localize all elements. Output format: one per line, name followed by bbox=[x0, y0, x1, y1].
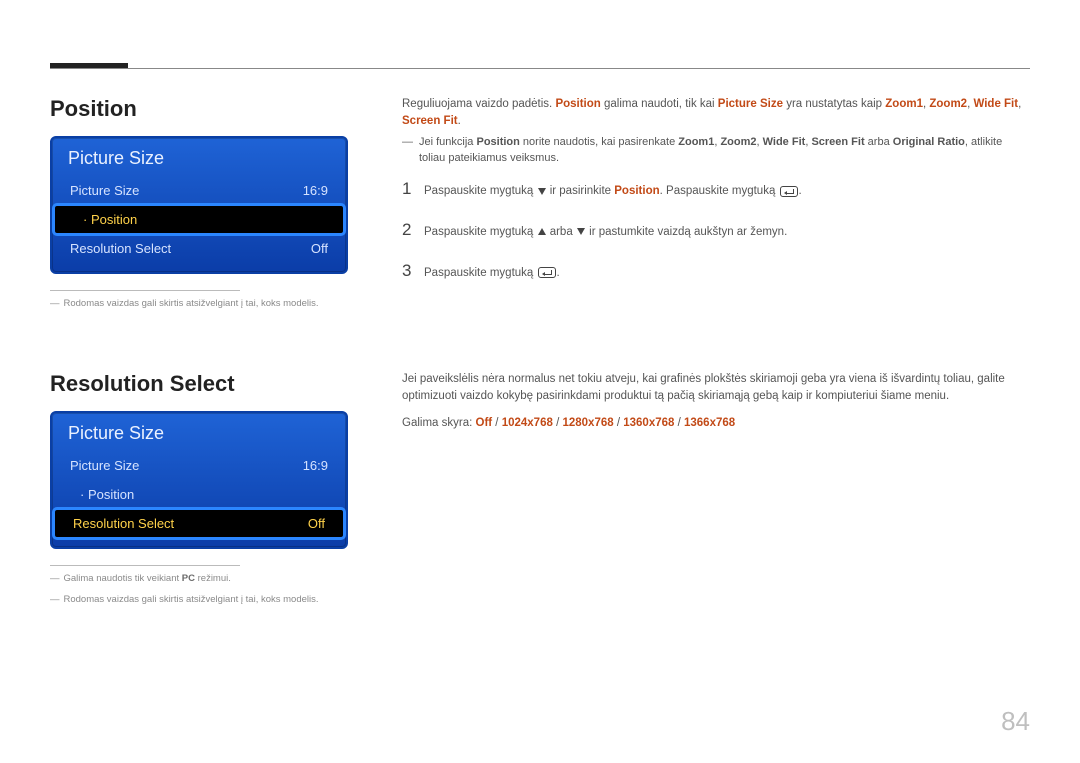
resolution-options: Galima skyra: Off / 1024x768 / 1280x768 … bbox=[402, 415, 1030, 432]
intro-text: Jei paveikslėlis nėra normalus net tokiu… bbox=[402, 371, 1030, 404]
step-1: 1 Paspauskite mygtuką ir pasirinkite Pos… bbox=[402, 177, 1030, 202]
note-line: ― Jei funkcija Position norite naudotis,… bbox=[402, 135, 1030, 167]
osd-row-label: Picture Size bbox=[70, 458, 139, 473]
step-2: 2 Paspauskite mygtuką arba ir pastumkite… bbox=[402, 218, 1030, 243]
divider bbox=[50, 565, 240, 566]
osd-row-value: 16:9 bbox=[303, 458, 328, 473]
osd-row-position[interactable]: Position bbox=[52, 481, 346, 508]
footnote-pc-mode: ―Galima naudotis tik veikiant PC režimui… bbox=[50, 572, 350, 586]
osd-row-label: Position bbox=[83, 212, 137, 227]
header-rule bbox=[50, 68, 1030, 69]
osd-row-picture-size[interactable]: Picture Size 16:9 bbox=[52, 177, 346, 204]
osd-row-resolution-select[interactable]: Resolution Select Off bbox=[55, 510, 343, 537]
osd-row-label: Resolution Select bbox=[73, 516, 174, 531]
section-title: Resolution Select bbox=[50, 371, 350, 397]
osd-row-picture-size[interactable]: Picture Size 16:9 bbox=[52, 452, 346, 479]
page-number: 84 bbox=[1001, 706, 1030, 737]
header-active-mark bbox=[50, 63, 128, 68]
manual-page: Position Picture Size Picture Size 16:9 … bbox=[0, 0, 1080, 763]
left-column: Resolution Select Picture Size Picture S… bbox=[50, 371, 350, 607]
step-3: 3 Paspauskite mygtuką . bbox=[402, 259, 1030, 284]
osd-row-value: Off bbox=[308, 516, 325, 531]
down-arrow-icon bbox=[538, 188, 546, 195]
osd-row-value: 16:9 bbox=[303, 183, 328, 198]
osd-row-value: Off bbox=[311, 241, 328, 256]
osd-menu-title: Picture Size bbox=[52, 413, 346, 452]
osd-row-label: Position bbox=[80, 487, 134, 502]
osd-row-resolution-select[interactable]: Resolution Select Off bbox=[52, 235, 346, 262]
intro-text: Reguliuojama vaizdo padėtis. Position ga… bbox=[402, 96, 1030, 129]
osd-row-label: Picture Size bbox=[70, 183, 139, 198]
section-title: Position bbox=[50, 96, 350, 122]
divider bbox=[50, 290, 240, 291]
section-resolution-select: Resolution Select Picture Size Picture S… bbox=[50, 371, 1030, 607]
footnote: ―Rodomas vaizdas gali skirtis atsižvelgi… bbox=[50, 593, 350, 607]
osd-menu-box: Picture Size Picture Size 16:9 Position … bbox=[50, 411, 348, 549]
enter-icon bbox=[538, 267, 556, 278]
footnote: ―Rodomas vaizdas gali skirtis atsižvelgi… bbox=[50, 297, 350, 311]
down-arrow-icon bbox=[577, 228, 585, 235]
osd-menu-title: Picture Size bbox=[52, 138, 346, 177]
left-column: Position Picture Size Picture Size 16:9 … bbox=[50, 96, 350, 311]
osd-menu-box: Picture Size Picture Size 16:9 Position … bbox=[50, 136, 348, 274]
right-column: Reguliuojama vaizdo padėtis. Position ga… bbox=[402, 96, 1030, 311]
osd-row-position[interactable]: Position bbox=[55, 206, 343, 233]
right-column: Jei paveikslėlis nėra normalus net tokiu… bbox=[402, 371, 1030, 607]
up-arrow-icon bbox=[538, 228, 546, 235]
osd-row-label: Resolution Select bbox=[70, 241, 171, 256]
enter-icon bbox=[780, 186, 798, 197]
section-position: Position Picture Size Picture Size 16:9 … bbox=[50, 96, 1030, 311]
steps-list: 1 Paspauskite mygtuką ir pasirinkite Pos… bbox=[402, 177, 1030, 283]
